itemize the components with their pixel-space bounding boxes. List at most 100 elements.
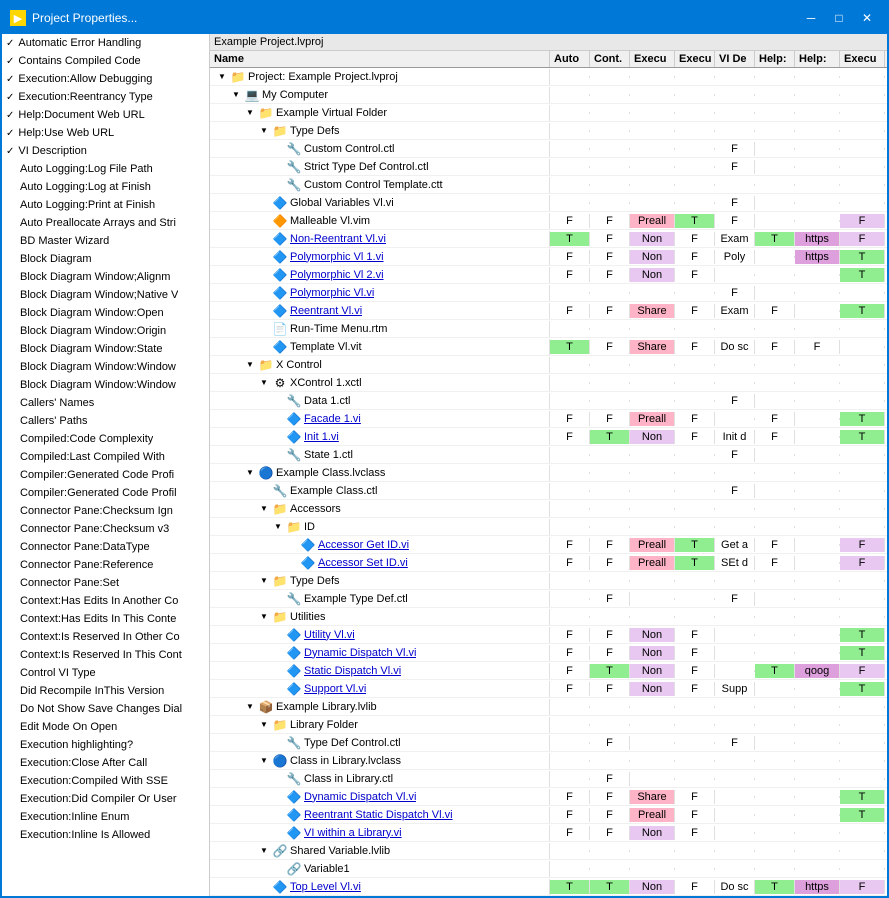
table-row[interactable]: 🔧Strict Type Def Control.ctlF bbox=[210, 158, 887, 176]
sidebar-item-6[interactable]: VI Description bbox=[2, 142, 209, 160]
sidebar-item-14[interactable]: Block Diagram Window;Native V bbox=[2, 286, 209, 304]
maximize-button[interactable]: □ bbox=[827, 8, 851, 28]
table-row[interactable]: ▼📁Type Defs bbox=[210, 572, 887, 590]
sidebar-item-10[interactable]: Auto Preallocate Arrays and Stri bbox=[2, 214, 209, 232]
sidebar-item-34[interactable]: Context:Is Reserved In This Cont bbox=[2, 646, 209, 664]
sidebar-item-22[interactable]: Compiled:Code Complexity bbox=[2, 430, 209, 448]
sidebar-item-42[interactable]: Execution:Did Compiler Or User bbox=[2, 790, 209, 808]
sidebar-item-2[interactable]: Execution:Allow Debugging bbox=[2, 70, 209, 88]
sidebar-item-17[interactable]: Block Diagram Window:State bbox=[2, 340, 209, 358]
sidebar-item-35[interactable]: Control VI Type bbox=[2, 664, 209, 682]
table-row[interactable]: 🔷Facade 1.viFFPreallFFT bbox=[210, 410, 887, 428]
table-row[interactable]: 🔧Custom Control.ctlF bbox=[210, 140, 887, 158]
table-row[interactable]: 🔷Dynamic Dispatch Vl.viFFShareFT bbox=[210, 788, 887, 806]
sidebar-item-37[interactable]: Do Not Show Save Changes Dial bbox=[2, 700, 209, 718]
table-row[interactable]: 🔷Polymorphic Vl 2.viFFNonFT bbox=[210, 266, 887, 284]
sidebar-item-32[interactable]: Context:Has Edits In This Conte bbox=[2, 610, 209, 628]
sidebar-item-0[interactable]: Automatic Error Handling bbox=[2, 34, 209, 52]
expand-button[interactable]: ▼ bbox=[256, 573, 272, 589]
table-row[interactable]: 🔷Non-Reentrant Vl.viTFNonFExamThttpsF bbox=[210, 230, 887, 248]
expand-button[interactable]: ▼ bbox=[256, 501, 272, 517]
close-button[interactable]: ✕ bbox=[855, 8, 879, 28]
sidebar-item-21[interactable]: Callers' Paths bbox=[2, 412, 209, 430]
table-row[interactable]: 🔷Global Variables Vl.viF bbox=[210, 194, 887, 212]
table-row[interactable]: 🔧State 1.ctlF bbox=[210, 446, 887, 464]
sidebar-item-43[interactable]: Execution:Inline Enum bbox=[2, 808, 209, 826]
sidebar-item-8[interactable]: Auto Logging:Log at Finish bbox=[2, 178, 209, 196]
sidebar-item-28[interactable]: Connector Pane:DataType bbox=[2, 538, 209, 556]
table-row[interactable]: 🔗Variable1 bbox=[210, 860, 887, 878]
table-row[interactable]: 🔧Custom Control Template.ctt bbox=[210, 176, 887, 194]
sidebar-item-19[interactable]: Block Diagram Window:Window bbox=[2, 376, 209, 394]
sidebar-item-33[interactable]: Context:Is Reserved In Other Co bbox=[2, 628, 209, 646]
table-row[interactable]: ▼📁Library Folder bbox=[210, 716, 887, 734]
sidebar-item-38[interactable]: Edit Mode On Open bbox=[2, 718, 209, 736]
table-row[interactable]: 🔷Top Level Vl.viTTNonFDo scThttpsF bbox=[210, 878, 887, 896]
table-row[interactable]: 🔷Support Vl.viFFNonFSuppT bbox=[210, 680, 887, 698]
expand-button[interactable]: ▼ bbox=[228, 87, 244, 103]
table-row[interactable]: ▼📁Accessors bbox=[210, 500, 887, 518]
table-row[interactable]: 🔷Reentrant Static Dispatch Vl.viFFPreall… bbox=[210, 806, 887, 824]
table-row[interactable]: 🔷Accessor Set ID.viFFPreallTSEt dFF bbox=[210, 554, 887, 572]
expand-button[interactable]: ▼ bbox=[256, 609, 272, 625]
sidebar-item-1[interactable]: Contains Compiled Code bbox=[2, 52, 209, 70]
sidebar-item-36[interactable]: Did Recompile InThis Version bbox=[2, 682, 209, 700]
sidebar-item-7[interactable]: Auto Logging:Log File Path bbox=[2, 160, 209, 178]
sidebar-item-27[interactable]: Connector Pane:Checksum v3 bbox=[2, 520, 209, 538]
sidebar-item-30[interactable]: Connector Pane:Set bbox=[2, 574, 209, 592]
sidebar-item-24[interactable]: Compiler:Generated Code Profi bbox=[2, 466, 209, 484]
table-row[interactable]: ▼📦Example Library.lvlib bbox=[210, 698, 887, 716]
table-row[interactable]: 🔷Template Vl.vitTFShareFDo scFF bbox=[210, 338, 887, 356]
sidebar-item-15[interactable]: Block Diagram Window:Open bbox=[2, 304, 209, 322]
sidebar-item-4[interactable]: Help:Document Web URL bbox=[2, 106, 209, 124]
expand-button[interactable]: ▼ bbox=[256, 375, 272, 391]
sidebar-item-20[interactable]: Callers' Names bbox=[2, 394, 209, 412]
expand-button[interactable]: ▼ bbox=[214, 69, 230, 85]
minimize-button[interactable]: ─ bbox=[799, 8, 823, 28]
tree-table[interactable]: NameAutoCont.ExecuExecuVI DeHelp:Help:Ex… bbox=[210, 51, 887, 896]
table-row[interactable]: ▼⚙XControl 1.xctl bbox=[210, 374, 887, 392]
expand-button[interactable]: ▼ bbox=[242, 105, 258, 121]
sidebar-item-12[interactable]: Block Diagram bbox=[2, 250, 209, 268]
table-row[interactable]: ▼📁X Control bbox=[210, 356, 887, 374]
table-row[interactable]: ▼📁ID bbox=[210, 518, 887, 536]
expand-button[interactable]: ▼ bbox=[256, 717, 272, 733]
table-row[interactable]: 🔧Class in Library.ctlF bbox=[210, 770, 887, 788]
table-row[interactable]: ▼📁Project: Example Project.lvproj bbox=[210, 68, 887, 86]
table-row[interactable]: 📄Run-Time Menu.rtm bbox=[210, 320, 887, 338]
sidebar-item-9[interactable]: Auto Logging:Print at Finish bbox=[2, 196, 209, 214]
table-row[interactable]: 🔷Utility Vl.viFFNonFT bbox=[210, 626, 887, 644]
table-row[interactable]: 🔷Accessor Get ID.viFFPreallTGet aFF bbox=[210, 536, 887, 554]
expand-button[interactable]: ▼ bbox=[256, 753, 272, 769]
expand-button[interactable]: ▼ bbox=[242, 699, 258, 715]
table-row[interactable]: ▼📁Type Defs bbox=[210, 122, 887, 140]
table-row[interactable]: 🔷Reentrant Vl.viFFShareFExamFT bbox=[210, 302, 887, 320]
sidebar-item-23[interactable]: Compiled:Last Compiled With bbox=[2, 448, 209, 466]
table-row[interactable]: 🔷Polymorphic Vl.viF bbox=[210, 284, 887, 302]
expand-button[interactable]: ▼ bbox=[242, 465, 258, 481]
table-row[interactable]: 🔷Static Dispatch Vl.viFTNonFTqoogF bbox=[210, 662, 887, 680]
sidebar-item-18[interactable]: Block Diagram Window:Window bbox=[2, 358, 209, 376]
sidebar-item-29[interactable]: Connector Pane:Reference bbox=[2, 556, 209, 574]
sidebar-item-3[interactable]: Execution:Reentrancy Type bbox=[2, 88, 209, 106]
table-row[interactable]: ▼📁Example Virtual Folder bbox=[210, 104, 887, 122]
sidebar-item-26[interactable]: Connector Pane:Checksum Ign bbox=[2, 502, 209, 520]
table-row[interactable]: ▼🔵Class in Library.lvclass bbox=[210, 752, 887, 770]
table-row[interactable]: 🔧Example Class.ctlF bbox=[210, 482, 887, 500]
table-row[interactable]: 🔶Malleable Vl.vimFFPreallTFF bbox=[210, 212, 887, 230]
sidebar-item-25[interactable]: Compiler:Generated Code Profil bbox=[2, 484, 209, 502]
table-row[interactable]: 🔧Data 1.ctlF bbox=[210, 392, 887, 410]
sidebar-item-31[interactable]: Context:Has Edits In Another Co bbox=[2, 592, 209, 610]
table-row[interactable]: ▼🔗Shared Variable.lvlib bbox=[210, 842, 887, 860]
table-row[interactable]: ▼📁Utilities bbox=[210, 608, 887, 626]
table-row[interactable]: 🔷Dynamic Dispatch Vl.viFFNonFT bbox=[210, 644, 887, 662]
expand-button[interactable]: ▼ bbox=[270, 519, 286, 535]
sidebar-item-41[interactable]: Execution:Compiled With SSE bbox=[2, 772, 209, 790]
expand-button[interactable]: ▼ bbox=[242, 357, 258, 373]
table-row[interactable]: ▼🔵Example Class.lvclass bbox=[210, 464, 887, 482]
expand-button[interactable]: ▼ bbox=[256, 843, 272, 859]
sidebar-item-44[interactable]: Execution:Inline Is Allowed bbox=[2, 826, 209, 844]
table-row[interactable]: 🔷Polymorphic Vl 1.viFFNonFPolyhttpsT bbox=[210, 248, 887, 266]
sidebar-item-11[interactable]: BD Master Wizard bbox=[2, 232, 209, 250]
table-row[interactable]: 🔷Init 1.viFTNonFInit dFT bbox=[210, 428, 887, 446]
